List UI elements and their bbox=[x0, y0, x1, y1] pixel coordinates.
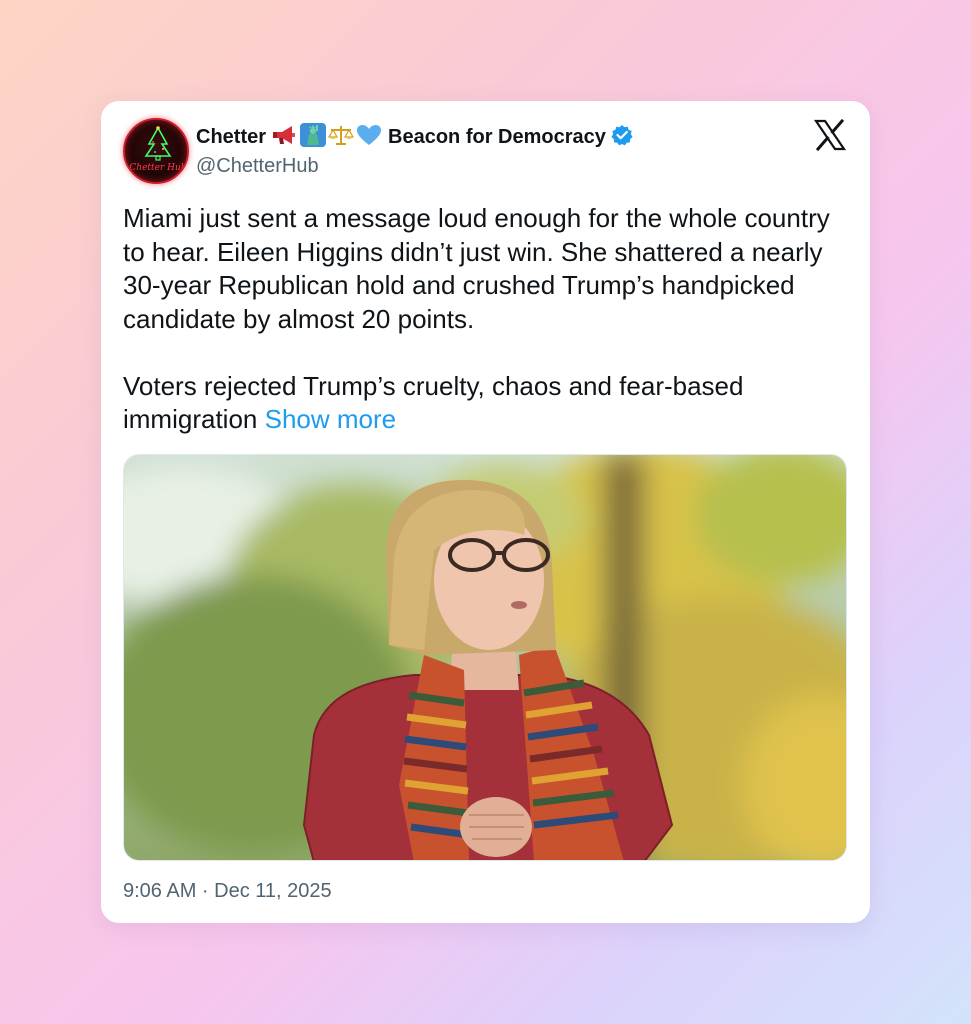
tweet-card: Chetter Hub Chetter Beacon for Democracy… bbox=[101, 101, 870, 923]
tweet-text: Miami just sent a message loud enough fo… bbox=[123, 202, 843, 437]
verified-badge-icon bbox=[611, 124, 633, 151]
tweet-paragraph-text: Voters rejected Trump’s cruelty, chaos a… bbox=[123, 370, 744, 435]
tweet-paragraph: Voters rejected Trump’s cruelty, chaos a… bbox=[123, 370, 843, 437]
statue-of-liberty-icon bbox=[300, 122, 327, 152]
author-name[interactable]: Chetter bbox=[196, 126, 266, 149]
x-logo-icon[interactable] bbox=[813, 118, 847, 152]
balance-scale-icon bbox=[327, 124, 355, 151]
tweet-timestamp[interactable]: 9:06 AM · Dec 11, 2025 bbox=[123, 880, 332, 903]
author-name-suffix[interactable]: Beacon for Democracy bbox=[388, 126, 606, 149]
avatar-image: Chetter Hub bbox=[129, 126, 187, 173]
author-handle[interactable]: @ChetterHub bbox=[196, 155, 319, 178]
tweet-paragraph: Miami just sent a message loud enough fo… bbox=[123, 203, 830, 334]
photo-image bbox=[124, 455, 846, 860]
avatar[interactable]: Chetter Hub bbox=[123, 118, 189, 184]
megaphone-icon bbox=[272, 124, 298, 151]
blue-heart-icon bbox=[356, 124, 382, 151]
author-name-row[interactable]: Chetter Beacon for Democracy bbox=[196, 122, 633, 152]
avatar-text: Chetter Hub bbox=[129, 163, 186, 173]
tweet-photo[interactable] bbox=[123, 454, 847, 861]
show-more-link[interactable]: Show more bbox=[265, 404, 397, 434]
